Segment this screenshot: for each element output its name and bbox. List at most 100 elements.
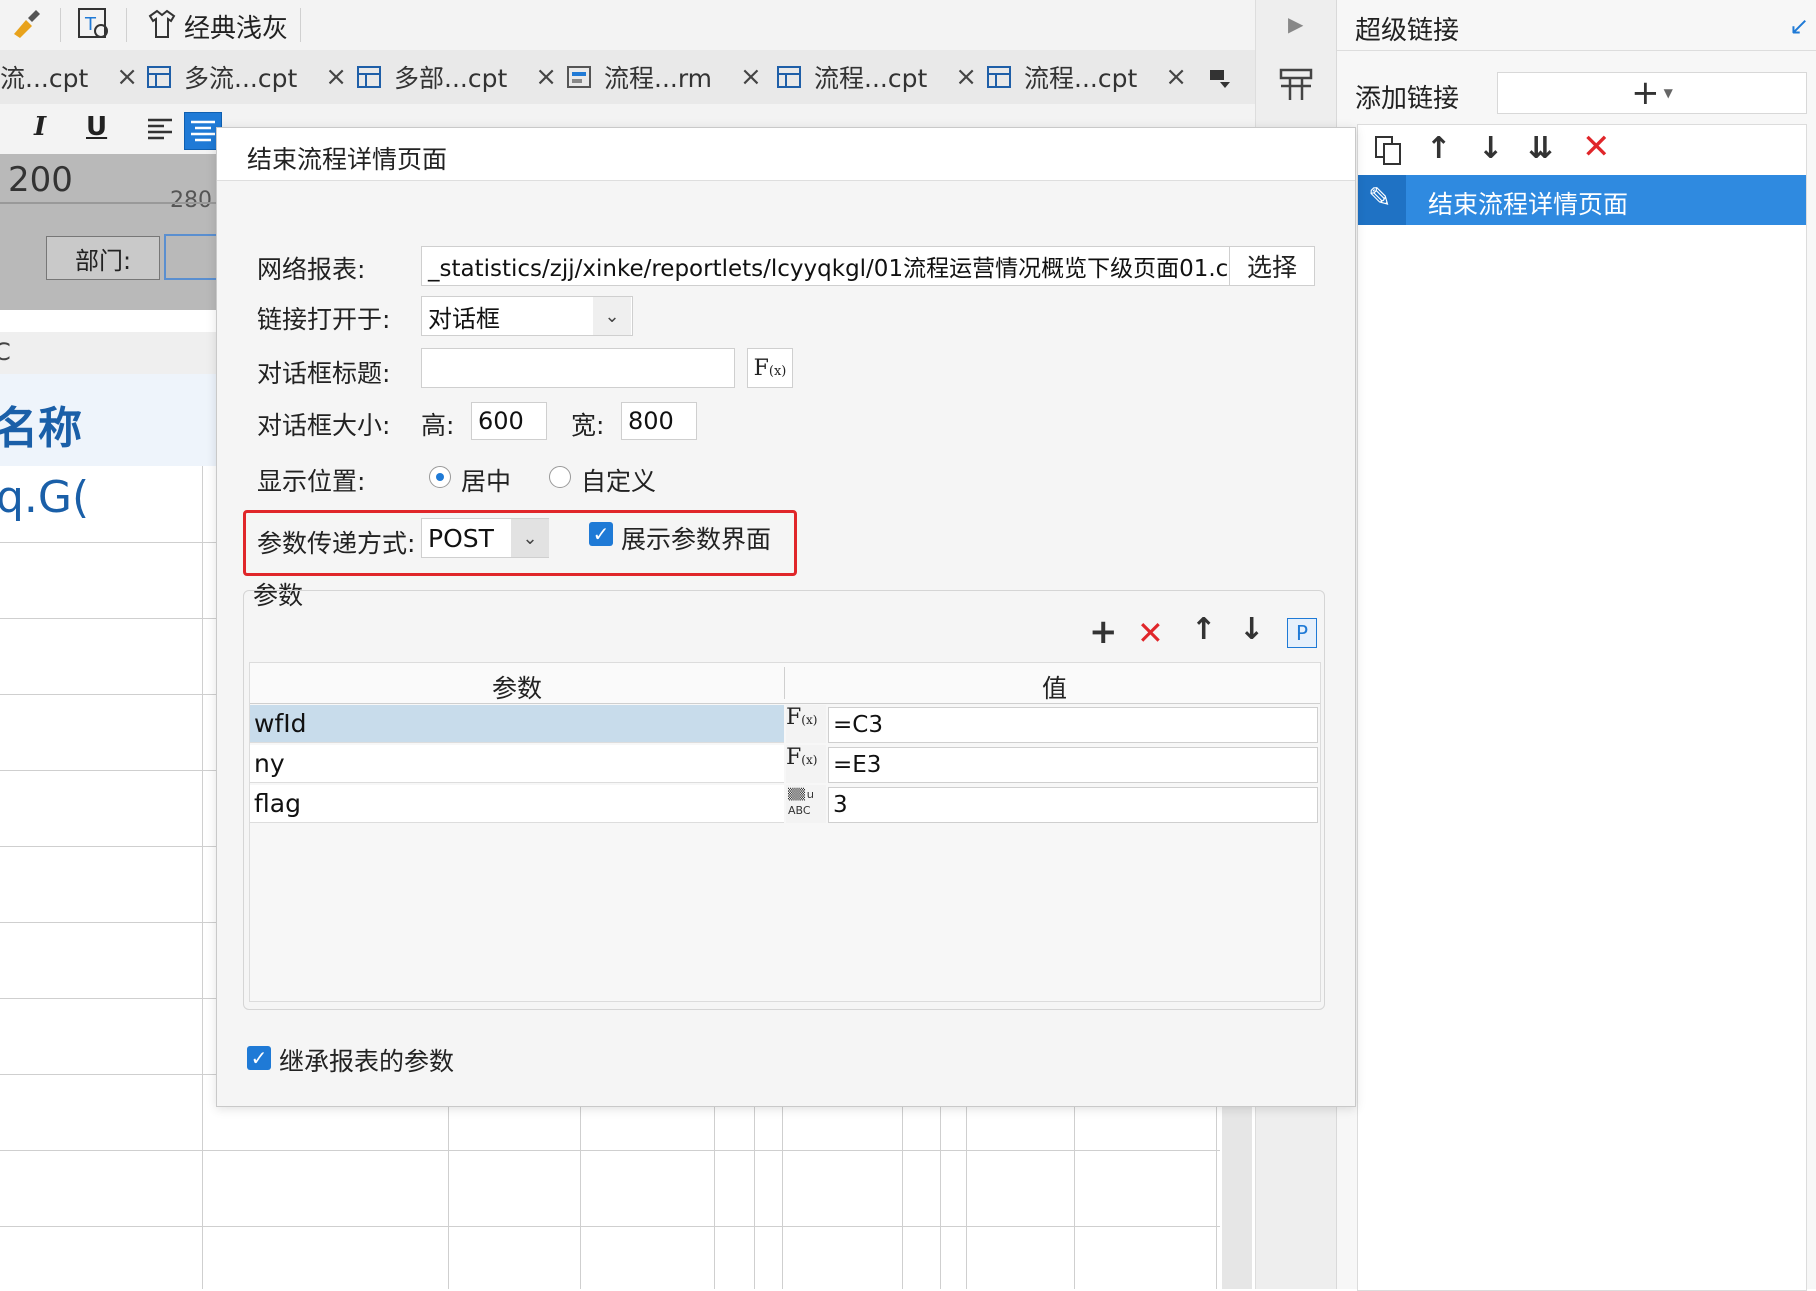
column-header-param: 参数 [492, 674, 543, 703]
move-up-icon[interactable]: ↑ [1191, 612, 1216, 647]
formula-button[interactable]: F(x) [747, 348, 793, 388]
param-value-cell[interactable]: =E3 [828, 747, 1318, 783]
text-preview-icon[interactable]: T [76, 6, 112, 42]
dept-widget[interactable]: 部门: [46, 236, 160, 280]
close-icon[interactable]: × [325, 62, 347, 92]
position-custom-radio[interactable] [549, 466, 571, 488]
main-toolbar: T 经典浅灰 [0, 0, 1255, 51]
table-row[interactable]: flag [250, 785, 784, 823]
italic-icon[interactable]: I [34, 112, 46, 142]
table-row[interactable]: wfId [250, 705, 784, 743]
collapse-arrow-icon[interactable]: ▶ [1288, 12, 1303, 36]
theme-label[interactable]: 经典浅灰 [184, 8, 288, 45]
report-path-input[interactable]: _statistics/zjj/xinke/reportlets/lcyyqkg… [421, 246, 1231, 286]
text-type-icon[interactable]: ▒▒ｕ ABC [786, 785, 826, 823]
file-tab[interactable]: 流程...rm × [566, 50, 762, 104]
form-icon [567, 66, 591, 88]
inherit-checkbox[interactable]: ✓ [247, 1046, 271, 1070]
move-bottom-icon[interactable]: ⇊ [1528, 131, 1553, 166]
choose-button[interactable]: 选择 [1229, 246, 1315, 286]
formula-cell[interactable]: q.G( [0, 466, 216, 543]
dept-label: 部门: [74, 246, 132, 275]
width-label: 宽: [571, 411, 605, 440]
position-center-label[interactable]: 居中 [461, 462, 511, 498]
file-tab[interactable]: 多流...cpt × [146, 50, 347, 104]
cell-title: 名称 [0, 403, 82, 454]
header-cell[interactable]: 名称 [0, 374, 216, 467]
tab-label: 流程...cpt [814, 64, 928, 93]
close-icon[interactable]: × [535, 62, 557, 92]
underline-icon[interactable]: U [86, 112, 107, 142]
dialog-title-input[interactable] [421, 348, 735, 388]
formula-icon: F(x) [753, 355, 787, 381]
close-icon[interactable]: × [116, 62, 138, 92]
height-value: 600 [478, 407, 524, 435]
hyperlink-dialog: 结束流程详情页面 网络报表: _statistics/zjj/xinke/rep… [216, 127, 1356, 1107]
add-link-button[interactable]: + ▼ [1497, 72, 1807, 114]
report-icon [147, 66, 171, 88]
widget-panel-icon[interactable] [1278, 66, 1314, 102]
show-param-checkbox[interactable]: ✓ [589, 522, 613, 546]
param-method-value: POST [428, 523, 494, 553]
param-name: ny [254, 749, 285, 778]
ruler-label: 200 [8, 160, 73, 200]
delete-param-icon[interactable]: ✕ [1137, 614, 1164, 652]
link-label: 结束流程详情页面 [1428, 190, 1629, 219]
param-value-cell[interactable]: 3 [828, 787, 1318, 823]
column-header: C [0, 332, 216, 375]
position-label: 显示位置: [257, 467, 366, 496]
open-in-value: 对话框 [428, 304, 500, 333]
width-input[interactable]: 800 [621, 402, 697, 440]
ruler-area: 200 280 部门: [0, 154, 218, 310]
width-value: 800 [628, 407, 674, 435]
height-input[interactable]: 600 [471, 402, 547, 440]
tab-menu-icon[interactable] [1206, 64, 1234, 92]
param-value: =C3 [833, 712, 883, 738]
position-center-radio[interactable] [429, 466, 451, 488]
copy-icon[interactable] [1372, 133, 1406, 167]
params-table: 参数 值 wfId F(x) =C3 ny F(x) =E3 flag ▒▒ｕ … [249, 662, 1321, 1002]
move-up-icon[interactable]: ↑ [1426, 131, 1451, 166]
close-icon[interactable]: × [1165, 62, 1187, 92]
link-list-item[interactable]: ✎ 结束流程详情页面 [1358, 175, 1806, 225]
vertical-scrollbar[interactable] [1222, 1105, 1252, 1289]
file-tabs: 流...cpt × 多流...cpt × 多部...cpt × 流程...rm … [0, 50, 1255, 104]
file-tab[interactable]: 流程...cpt × [776, 50, 977, 104]
add-param-icon[interactable]: + [1089, 612, 1118, 652]
hyperlink-panel: 超级链接 ↙ 添加链接 + ▼ ↑ ↓ ⇊ ✕ ✎ 结束流程详情页面 [1336, 0, 1816, 1291]
file-tab[interactable]: 流...cpt × [0, 50, 138, 104]
param-name: wfId [254, 709, 307, 738]
formula-type-icon[interactable]: F(x) [786, 705, 826, 743]
move-down-icon[interactable]: ↓ [1478, 131, 1503, 166]
close-icon[interactable]: × [740, 62, 762, 92]
position-custom-label[interactable]: 自定义 [581, 462, 656, 498]
param-p-icon[interactable]: P [1287, 618, 1317, 648]
brush-icon[interactable] [8, 8, 42, 42]
chevron-down-icon[interactable]: ⌄ [593, 297, 631, 335]
delete-icon[interactable]: ✕ [1582, 127, 1611, 167]
dialog-size-label: 对话框大小: [257, 411, 391, 440]
dialog-title-label: 对话框标题: [257, 359, 391, 388]
ruler-label: 280 [170, 188, 212, 213]
close-icon[interactable]: × [955, 62, 977, 92]
param-value-cell[interactable]: =C3 [828, 707, 1318, 743]
chevron-down-icon: ▼ [1663, 86, 1673, 100]
show-param-label[interactable]: 展示参数界面 [621, 520, 771, 556]
inherit-label[interactable]: 继承报表的参数 [279, 1042, 454, 1078]
param-value: =E3 [833, 752, 882, 778]
report-icon [777, 66, 801, 88]
column-header-value: 值 [1042, 674, 1068, 703]
align-left-icon[interactable] [146, 116, 174, 142]
shirt-icon[interactable] [146, 8, 178, 40]
move-down-icon[interactable]: ↓ [1239, 612, 1264, 647]
file-tab[interactable]: 多部...cpt × [356, 50, 557, 104]
file-tab[interactable]: 流程...cpt × [986, 50, 1187, 104]
formula-type-icon[interactable]: F(x) [786, 745, 826, 783]
selected-widget[interactable] [164, 234, 218, 280]
chevron-down-icon[interactable]: ⌄ [511, 519, 549, 557]
pin-icon[interactable]: ↙ [1789, 12, 1809, 40]
params-header: 参数 值 [250, 663, 1320, 704]
column-letter: C [0, 338, 11, 366]
table-row[interactable]: ny [250, 745, 784, 783]
tab-label: 流...cpt [0, 64, 89, 93]
